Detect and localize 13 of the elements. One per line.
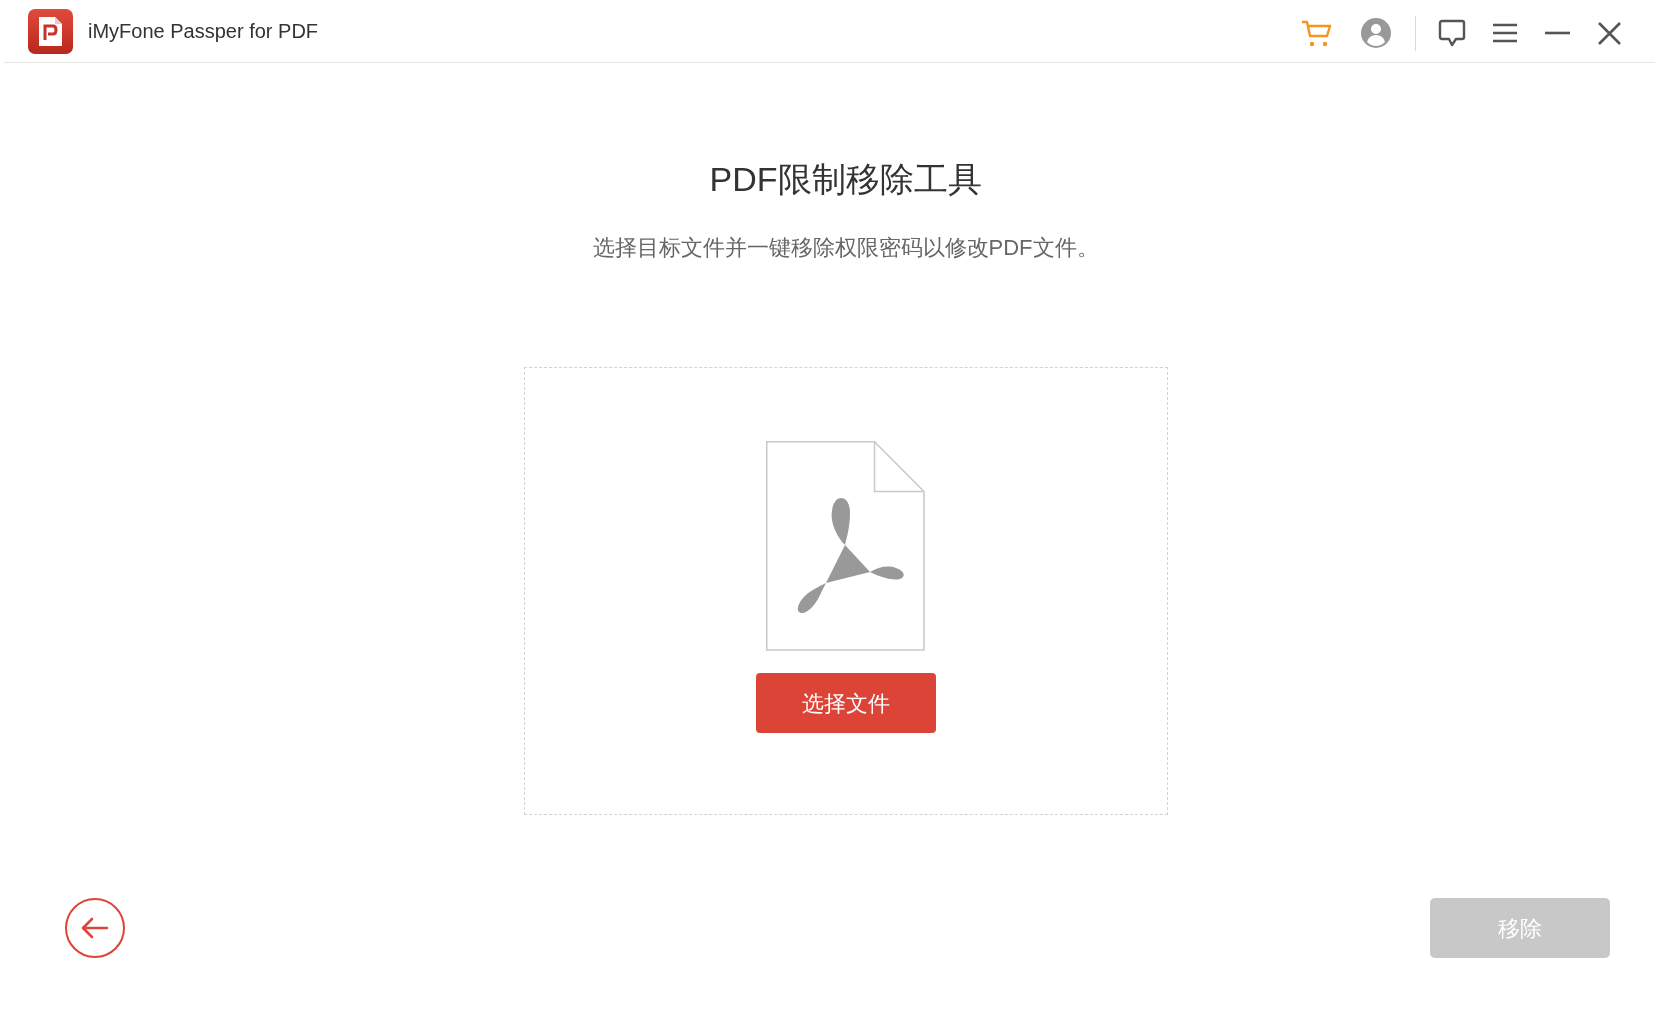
chat-icon[interactable] — [1438, 18, 1466, 48]
close-icon[interactable] — [1598, 21, 1621, 45]
page-heading: PDF限制移除工具 — [709, 159, 982, 200]
back-button[interactable] — [65, 898, 125, 958]
choose-file-button[interactable]: 选择文件 — [755, 673, 936, 733]
app-logo-icon — [28, 8, 73, 54]
menu-icon[interactable] — [1493, 23, 1517, 43]
app-title: iMyFone Passper for PDF — [88, 19, 319, 43]
minimize-icon[interactable] — [1545, 31, 1570, 35]
pdf-file-icon — [766, 441, 925, 651]
page-subtitle: 选择目标文件并一键移除权限密码以修改PDF文件。 — [592, 234, 1099, 262]
account-icon[interactable] — [1361, 18, 1391, 48]
arrow-left-icon — [81, 917, 109, 939]
